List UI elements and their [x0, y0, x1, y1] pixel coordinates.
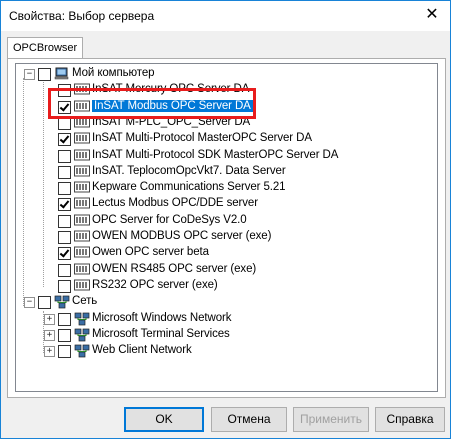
tree-item-label: Owen OPC server beta [92, 246, 209, 259]
tab-opcbrowser[interactable]: OPCBrowser [7, 37, 83, 59]
checkbox[interactable] [58, 345, 71, 359]
tree-item-label: Microsoft Windows Network [92, 311, 232, 324]
checkbox[interactable] [58, 263, 71, 277]
ok-button[interactable]: OK [124, 407, 204, 432]
collapse-icon[interactable]: − [24, 297, 35, 309]
checkbox[interactable] [58, 279, 71, 293]
tree-item-server[interactable]: OWEN RS485 OPC server (exe) [16, 262, 435, 278]
opc-server-icon [74, 279, 90, 292]
expand-icon[interactable]: + [44, 329, 55, 341]
tree-item-label: RS232 OPC server (exe) [92, 278, 218, 291]
cancel-button[interactable]: Отмена [211, 407, 287, 432]
network-icon [54, 295, 70, 309]
tree-item-server[interactable]: OWEN MODBUS OPC server (exe) [16, 229, 435, 245]
network-icon [74, 328, 90, 342]
tree-item-label: Kepware Communications Server 5.21 [92, 181, 286, 194]
checkbox[interactable] [38, 296, 51, 310]
opc-server-icon [74, 214, 90, 227]
tree-item-label: InSAT Multi-Protocol SDK MasterOPC Serve… [92, 148, 339, 161]
opc-server-icon [74, 230, 90, 243]
title-bar[interactable]: Свойства: Выбор сервера ✕ [1, 1, 450, 31]
tab-label: OPCBrowser [13, 42, 78, 54]
dialog-window: Свойства: Выбор сервера ✕ OPCBrowser − Мо… [0, 0, 451, 439]
computer-icon [54, 67, 70, 80]
tree-item-server[interactable]: Lectus Modbus OPC/DDE server [16, 196, 435, 212]
checkbox[interactable] [38, 68, 51, 81]
tree-item-server[interactable]: Owen OPC server beta [16, 245, 435, 261]
tree-item-label: Сеть [72, 295, 98, 308]
checkbox[interactable] [58, 165, 71, 179]
expand-icon[interactable]: + [44, 346, 55, 358]
tree-item-label: InSAT. TeplocomOpcVkt7. Data Server [92, 164, 286, 177]
opc-server-icon [74, 246, 90, 259]
checkbox[interactable] [58, 231, 71, 244]
network-icon [74, 312, 90, 325]
checkbox[interactable] [58, 247, 71, 261]
tree-item-network[interactable]: + Microsoft Terminal Services [16, 327, 435, 343]
close-icon[interactable]: ✕ [420, 4, 444, 26]
tree-item-label: InSAT Multi-Protocol MasterOPC Server DA [92, 132, 312, 145]
tree-node-my-computer[interactable]: − Мой компьютер [16, 66, 435, 82]
tree-item-label: Мой компьютер [72, 67, 155, 79]
checkbox[interactable] [58, 328, 71, 342]
tree-item-label: Web Client Network [92, 344, 192, 357]
tree-item-label: OWEN MODBUS OPC server (exe) [92, 230, 272, 242]
network-icon [74, 344, 90, 358]
tree-item-server[interactable]: InSAT Multi-Protocol SDK MasterOPC Serve… [16, 148, 435, 164]
checkbox[interactable] [58, 149, 71, 163]
opc-server-icon [74, 197, 90, 210]
tree-item-server[interactable]: InSAT Multi-Protocol MasterOPC Server DA [16, 131, 435, 147]
window-title: Свойства: Выбор сервера [9, 9, 155, 23]
tree-item-label: Lectus Modbus OPC/DDE server [92, 197, 258, 210]
tree-node-network[interactable]: − Сеть [16, 294, 435, 310]
tree-item-label: OPC Server for CoDeSys V2.0 [92, 213, 247, 226]
highlight-annotation-box [48, 88, 256, 119]
tree-item-server[interactable]: Kepware Communications Server 5.21 [16, 180, 435, 196]
opc-server-icon [74, 165, 90, 178]
tree-item-server[interactable]: RS232 OPC server (exe) [16, 278, 435, 294]
tree-item-network[interactable]: + Web Client Network [16, 343, 435, 359]
opc-server-icon [74, 149, 90, 162]
apply-button[interactable]: Применить [293, 407, 369, 432]
collapse-icon[interactable]: − [24, 69, 35, 80]
tree-item-server[interactable]: InSAT. TeplocomOpcVkt7. Data Server [16, 164, 435, 180]
tree-item-server[interactable]: OPC Server for CoDeSys V2.0 [16, 213, 435, 229]
checkbox[interactable] [58, 182, 71, 196]
checkbox[interactable] [58, 198, 71, 212]
checkbox[interactable] [58, 312, 71, 326]
opc-server-icon [74, 181, 90, 194]
checkbox[interactable] [58, 133, 71, 147]
help-button[interactable]: Справка [375, 407, 445, 432]
checkbox[interactable] [58, 214, 71, 228]
tree-item-label: Microsoft Terminal Services [92, 327, 230, 340]
tree-item-network[interactable]: + Microsoft Windows Network [16, 311, 435, 327]
tree-item-label: OWEN RS485 OPC server (exe) [92, 262, 257, 275]
opc-server-icon [74, 263, 90, 276]
expand-icon[interactable]: + [44, 313, 55, 325]
opc-server-icon [74, 132, 90, 145]
